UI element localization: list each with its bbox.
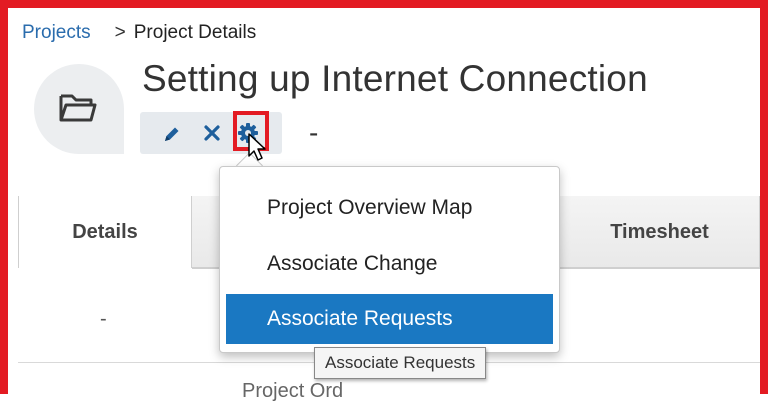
breadcrumb: Projects > Project Details: [22, 22, 256, 44]
details-cell-value: -: [100, 308, 107, 330]
project-status-value: -: [309, 117, 319, 148]
folder-icon: [59, 94, 97, 122]
pencil-icon[interactable]: [162, 124, 182, 149]
tab-timesheet[interactable]: Timesheet: [560, 196, 760, 268]
menu-item-associate-change[interactable]: Associate Change: [226, 239, 553, 289]
section-heading-partial: Project Ord: [242, 380, 344, 402]
tooltip: Associate Requests: [314, 347, 487, 379]
mouse-cursor-icon: [247, 132, 269, 167]
close-icon[interactable]: [204, 125, 220, 146]
project-avatar: [34, 64, 124, 154]
tab-details[interactable]: Details: [18, 196, 192, 268]
menu-item-project-overview-map[interactable]: Project Overview Map: [226, 183, 553, 233]
settings-dropdown-menu: Project Overview Map Associate Change As…: [219, 166, 560, 353]
project-title: Setting up Internet Connection: [142, 58, 648, 99]
breadcrumb-current: Project Details: [133, 22, 257, 43]
breadcrumb-separator: >: [114, 22, 126, 43]
menu-item-associate-requests[interactable]: Associate Requests: [226, 294, 553, 344]
breadcrumb-projects-link[interactable]: Projects: [22, 22, 91, 43]
